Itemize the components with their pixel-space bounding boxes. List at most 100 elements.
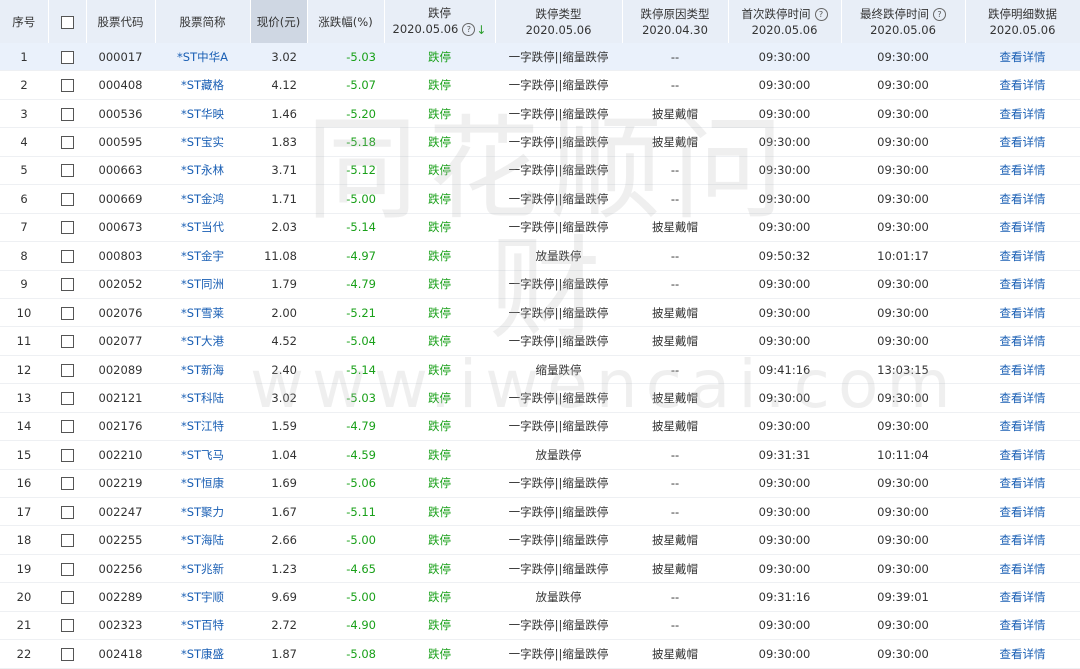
- stock-name-link[interactable]: *ST科陆: [181, 391, 224, 405]
- col-detail-header[interactable]: 跌停明细数据 2020.05.06: [965, 0, 1080, 43]
- detail-link[interactable]: 查看详情: [1000, 163, 1046, 177]
- detail-link[interactable]: 查看详情: [1000, 277, 1046, 291]
- stock-name-link[interactable]: *ST金鸿: [181, 192, 224, 206]
- stock-name-link[interactable]: *ST江特: [181, 419, 224, 433]
- row-checkbox[interactable]: [60, 591, 74, 605]
- stock-name-link[interactable]: *ST大港: [181, 334, 224, 348]
- table-row[interactable]: 20 002289 *ST宇顺 9.69 -5.00 跌停 放量跌停 -- 09:31:16 09…: [0, 582, 1080, 612]
- stock-name-link[interactable]: *ST藏格: [181, 78, 224, 92]
- row-checkbox[interactable]: [60, 221, 74, 235]
- table-row[interactable]: 17 002247 *ST聚力 1.67 -5.11 跌停 一字跌停||缩量跌停 -- 09:3…: [0, 497, 1080, 527]
- row-checkbox[interactable]: [60, 647, 74, 661]
- col-name-header[interactable]: 股票简称: [155, 0, 251, 43]
- stock-name-link[interactable]: *ST华映: [181, 107, 224, 121]
- row-checkbox[interactable]: [60, 306, 74, 320]
- help-icon[interactable]: ?: [462, 23, 476, 37]
- sort-down-arrow-icon[interactable]: ↓: [476, 23, 486, 37]
- row-checkbox[interactable]: [60, 448, 74, 462]
- detail-link[interactable]: 查看详情: [1000, 618, 1046, 632]
- row-checkbox[interactable]: [60, 534, 74, 548]
- detail-link[interactable]: 查看详情: [1000, 363, 1046, 377]
- detail-link[interactable]: 查看详情: [1000, 476, 1046, 490]
- stock-name-link[interactable]: *ST金宇: [181, 249, 224, 263]
- row-checkbox[interactable]: [60, 278, 74, 292]
- row-checkbox[interactable]: [60, 562, 74, 576]
- col-limit-type-header[interactable]: 跌停类型 2020.05.06: [495, 0, 623, 43]
- table-row[interactable]: 7 000673 *ST当代 2.03 -5.14 跌停 一字跌停||缩量跌停 披星戴帽 09:…: [0, 213, 1080, 243]
- col-last-time-header[interactable]: 最终跌停时间? 2020.05.06: [841, 0, 966, 43]
- detail-link[interactable]: 查看详情: [1000, 135, 1046, 149]
- detail-link[interactable]: 查看详情: [1000, 334, 1046, 348]
- col-first-time-header[interactable]: 首次跌停时间? 2020.05.06: [728, 0, 842, 43]
- row-checkbox[interactable]: [60, 619, 74, 633]
- table-row[interactable]: 22 002418 *ST康盛 1.87 -5.08 跌停 一字跌停||缩量跌停 披星戴帽 09…: [0, 639, 1080, 669]
- detail-link[interactable]: 查看详情: [1000, 505, 1046, 519]
- detail-link[interactable]: 查看详情: [1000, 391, 1046, 405]
- stock-name-link[interactable]: *ST康盛: [181, 647, 224, 661]
- col-select-all[interactable]: [48, 0, 87, 43]
- row-checkbox[interactable]: [60, 107, 74, 121]
- table-row[interactable]: 14 002176 *ST江特 1.59 -4.79 跌停 一字跌停||缩量跌停 披星戴帽 09…: [0, 412, 1080, 442]
- detail-link[interactable]: 查看详情: [1000, 647, 1046, 661]
- stock-name-link[interactable]: *ST飞马: [181, 448, 224, 462]
- table-row[interactable]: 9 002052 *ST同洲 1.79 -4.79 跌停 一字跌停||缩量跌停 -- 09:30…: [0, 270, 1080, 299]
- detail-link[interactable]: 查看详情: [1000, 50, 1046, 64]
- table-row[interactable]: 2 000408 *ST藏格 4.12 -5.07 跌停 一字跌停||缩量跌停 -- 09:30…: [0, 70, 1080, 100]
- detail-link[interactable]: 查看详情: [1000, 419, 1046, 433]
- row-checkbox[interactable]: [60, 391, 74, 405]
- col-price-header[interactable]: 现价(元): [250, 0, 308, 43]
- detail-link[interactable]: 查看详情: [1000, 220, 1046, 234]
- table-row[interactable]: 16 002219 *ST恒康 1.69 -5.06 跌停 一字跌停||缩量跌停 -- 09:3…: [0, 469, 1080, 499]
- row-checkbox[interactable]: [60, 164, 74, 178]
- table-row[interactable]: 6 000669 *ST金鸿 1.71 -5.00 跌停 一字跌停||缩量跌停 -- 09:30…: [0, 184, 1080, 214]
- table-row[interactable]: 21 002323 *ST百特 2.72 -4.90 跌停 一字跌停||缩量跌停 -- 09:3…: [0, 611, 1080, 641]
- select-all-checkbox[interactable]: [60, 15, 74, 29]
- row-checkbox[interactable]: [60, 249, 74, 263]
- row-checkbox[interactable]: [60, 363, 74, 377]
- row-checkbox[interactable]: [60, 79, 74, 93]
- table-row[interactable]: 11 002077 *ST大港 4.52 -5.04 跌停 一字跌停||缩量跌停 披星戴帽 09…: [0, 326, 1080, 356]
- col-reason-header[interactable]: 跌停原因类型 2020.04.30: [622, 0, 729, 43]
- table-row[interactable]: 10 002076 *ST雪莱 2.00 -5.21 跌停 一字跌停||缩量跌停 披星戴帽 09…: [0, 298, 1080, 328]
- stock-name-link[interactable]: *ST雪莱: [181, 306, 224, 320]
- row-checkbox[interactable]: [60, 505, 74, 519]
- row-checkbox[interactable]: [60, 420, 74, 434]
- table-row[interactable]: 12 002089 *ST新海 2.40 -5.14 跌停 缩量跌停 -- 09:41:16 13…: [0, 355, 1080, 385]
- detail-link[interactable]: 查看详情: [1000, 192, 1046, 206]
- col-limit-header[interactable]: 跌停 2020.05.06? ↓: [384, 0, 496, 43]
- stock-name-link[interactable]: *ST宝实: [181, 135, 224, 149]
- table-row[interactable]: 13 002121 *ST科陆 3.02 -5.03 跌停 一字跌停||缩量跌停 披星戴帽 09…: [0, 383, 1080, 413]
- detail-link[interactable]: 查看详情: [1000, 448, 1046, 462]
- row-checkbox[interactable]: [60, 136, 74, 150]
- table-row[interactable]: 19 002256 *ST兆新 1.23 -4.65 跌停 一字跌停||缩量跌停 披星戴帽 09…: [0, 554, 1080, 584]
- table-row[interactable]: 18 002255 *ST海陆 2.66 -5.00 跌停 一字跌停||缩量跌停 披星戴帽 09…: [0, 525, 1080, 555]
- detail-link[interactable]: 查看详情: [1000, 533, 1046, 547]
- table-row[interactable]: 5 000663 *ST永林 3.71 -5.12 跌停 一字跌停||缩量跌停 -- 09:30…: [0, 156, 1080, 186]
- stock-name-link[interactable]: *ST中华A: [177, 50, 228, 64]
- detail-link[interactable]: 查看详情: [1000, 590, 1046, 604]
- stock-name-link[interactable]: *ST恒康: [181, 476, 224, 490]
- stock-name-link[interactable]: *ST永林: [181, 163, 224, 177]
- col-seq-header[interactable]: 序号: [0, 0, 49, 43]
- col-change-header[interactable]: 涨跌幅(%): [307, 0, 385, 43]
- stock-name-link[interactable]: *ST宇顺: [181, 590, 224, 604]
- stock-name-link[interactable]: *ST同洲: [181, 277, 224, 291]
- row-checkbox[interactable]: [60, 477, 74, 491]
- detail-link[interactable]: 查看详情: [1000, 78, 1046, 92]
- table-row[interactable]: 15 002210 *ST飞马 1.04 -4.59 跌停 放量跌停 -- 09:31:31 10…: [0, 440, 1080, 470]
- detail-link[interactable]: 查看详情: [1000, 306, 1046, 320]
- stock-name-link[interactable]: *ST兆新: [181, 562, 224, 576]
- row-checkbox[interactable]: [60, 50, 74, 64]
- row-checkbox[interactable]: [60, 192, 74, 206]
- stock-name-link[interactable]: *ST聚力: [181, 505, 224, 519]
- stock-name-link[interactable]: *ST当代: [181, 220, 224, 234]
- stock-name-link[interactable]: *ST百特: [181, 618, 224, 632]
- stock-name-link[interactable]: *ST新海: [181, 363, 224, 377]
- row-checkbox[interactable]: [60, 335, 74, 349]
- table-row[interactable]: 4 000595 *ST宝实 1.83 -5.18 跌停 一字跌停||缩量跌停 披星戴帽 09:…: [0, 127, 1080, 157]
- col-code-header[interactable]: 股票代码: [86, 0, 156, 43]
- help-icon[interactable]: ?: [814, 7, 828, 21]
- detail-link[interactable]: 查看详情: [1000, 249, 1046, 263]
- detail-link[interactable]: 查看详情: [1000, 562, 1046, 576]
- stock-name-link[interactable]: *ST海陆: [181, 533, 224, 547]
